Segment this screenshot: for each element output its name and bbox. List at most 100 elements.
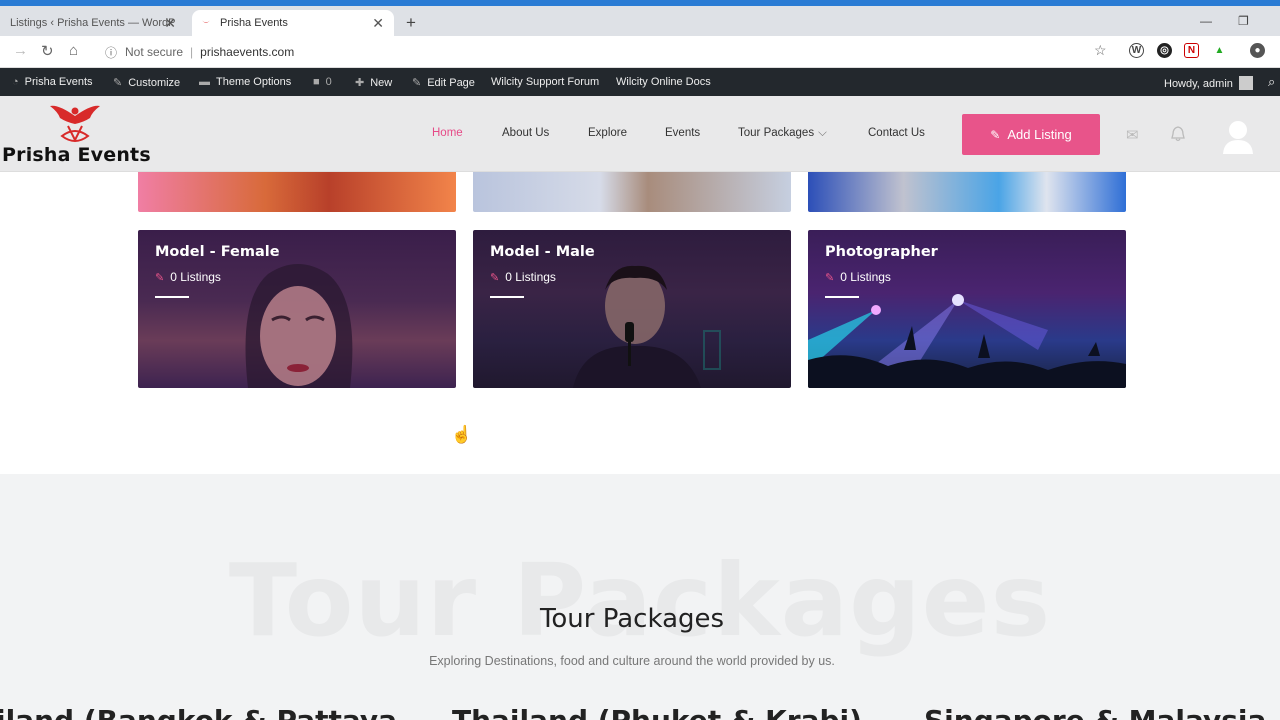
card-count-text: 0 Listings	[170, 270, 221, 284]
customize-label: Customize	[128, 77, 181, 89]
tab-listings[interactable]: Listings ‹ Prisha Events — WordP ✕	[0, 10, 186, 36]
tour-packages-section: Tour Packages Tour Packages Exploring De…	[0, 474, 1280, 720]
category-card-partial[interactable]	[473, 172, 791, 212]
category-card-partial[interactable]	[808, 172, 1126, 212]
edit-page-label: Edit Page	[427, 77, 475, 89]
wp-admin-bar: ◔ Prisha Events ✎ Customize ▬ Theme Options…	[0, 68, 1280, 96]
close-tab-icon[interactable]: ✕	[164, 15, 176, 32]
card-divider	[490, 296, 524, 298]
edit-icon: ✎	[155, 272, 165, 284]
tab-label: Listings ‹ Prisha Events — WordP	[10, 17, 176, 29]
site-header: Prisha Events Home About Us Explore Even…	[0, 96, 1280, 172]
address-bar: → ↻ ⌂ ⓘ Not secure | prishaevents.com ☆ …	[0, 36, 1280, 68]
category-card-partial[interactable]	[138, 172, 456, 212]
bookmark-star-icon[interactable]: ☆	[1094, 42, 1107, 59]
site-favicon-icon	[201, 19, 211, 23]
user-avatar-icon[interactable]	[1222, 120, 1254, 156]
add-listing-label: Add Listing	[1007, 127, 1072, 142]
nav-home[interactable]: Home	[432, 127, 463, 139]
divider: |	[190, 45, 194, 59]
category-card-model-female[interactable]: Model - Female ✎ 0 Listings	[138, 230, 456, 388]
nav-tour-packages[interactable]: Tour Packages ⌵	[738, 127, 827, 140]
plus-icon: ✚	[355, 77, 365, 89]
theme-options-label: Theme Options	[216, 76, 292, 88]
card-divider	[825, 296, 859, 298]
card-count-text: 0 Listings	[840, 270, 891, 284]
section-subtitle: Exploring Destinations, food and culture…	[429, 654, 835, 668]
comments-count: 0	[325, 76, 332, 88]
admin-site-label: Prisha Events	[24, 76, 93, 88]
folder-icon: ▬	[199, 76, 210, 88]
tab-prisha-events[interactable]: Prisha Events ✕	[192, 10, 394, 36]
category-card-photographer[interactable]: Photographer ✎ 0 Listings	[808, 230, 1126, 388]
card-listing-count: ✎ 0 Listings	[155, 270, 221, 284]
comment-icon: ■	[313, 76, 320, 88]
reload-icon[interactable]: ↻	[41, 42, 54, 60]
admin-new-link[interactable]: ✚ New	[355, 76, 392, 89]
admin-site-link[interactable]: ◔ Prisha Events	[12, 76, 93, 88]
nav-explore[interactable]: Explore	[588, 127, 627, 139]
new-tab-icon[interactable]: +	[406, 13, 416, 33]
card-title: Model - Female	[155, 244, 280, 260]
admin-comments-link[interactable]: ■ 0	[313, 76, 332, 88]
category-card-model-male[interactable]: Model - Male ✎ 0 Listings	[473, 230, 791, 388]
nav-contact-us[interactable]: Contact Us	[868, 127, 925, 139]
admin-support-link[interactable]: Wilcity Support Forum	[491, 76, 599, 88]
model-female-image	[245, 264, 353, 388]
section-title: Tour Packages	[539, 604, 725, 634]
background-light	[703, 330, 721, 370]
mail-icon[interactable]: ✉	[1126, 126, 1139, 144]
card-title: Photographer	[825, 244, 938, 260]
new-label: New	[370, 77, 393, 89]
search-icon[interactable]: ⌕	[1268, 74, 1275, 90]
model-male-image	[573, 265, 701, 388]
brush-icon: ✎	[113, 77, 123, 89]
add-listing-button[interactable]: ✎ Add Listing	[962, 114, 1100, 155]
logo-wings-icon[interactable]	[48, 102, 102, 146]
url-field[interactable]: ⓘ Not secure | prishaevents.com	[100, 40, 1120, 64]
edit-icon: ✎	[825, 272, 835, 284]
howdy-label: Howdy, admin	[1164, 78, 1233, 90]
forward-icon[interactable]: →	[13, 42, 28, 59]
admin-account-link[interactable]: Howdy, admin	[1164, 76, 1253, 90]
chevron-down-icon: ⌵	[818, 127, 827, 139]
n-extension-icon[interactable]: N	[1184, 43, 1199, 58]
card-count-text: 0 Listings	[505, 270, 556, 284]
bell-icon[interactable]	[1171, 126, 1185, 142]
home-icon[interactable]: ⌂	[69, 42, 78, 59]
package-title[interactable]: iland (Bangkok & Pattaya	[0, 704, 397, 720]
arrow-extension-icon[interactable]: ▲	[1212, 43, 1227, 58]
hand-cursor-icon: ☝	[451, 425, 473, 444]
wordpress-extension-icon[interactable]: W	[1129, 43, 1144, 58]
pencil-icon: ✎	[412, 77, 422, 89]
admin-docs-link[interactable]: Wilcity Online Docs	[616, 76, 711, 88]
card-listing-count: ✎ 0 Listings	[490, 270, 556, 284]
nav-tour-packages-label: Tour Packages	[738, 127, 815, 139]
admin-edit-page-link[interactable]: ✎ Edit Page	[412, 76, 475, 89]
card-divider	[155, 296, 189, 298]
card-listing-count: ✎ 0 Listings	[825, 270, 891, 284]
nav-events[interactable]: Events	[665, 127, 700, 139]
admin-theme-options-link[interactable]: ▬ Theme Options	[199, 76, 291, 88]
tab-strip: Listings ‹ Prisha Events — WordP ✕ Prish…	[0, 6, 1280, 36]
admin-customize-link[interactable]: ✎ Customize	[113, 76, 180, 89]
dashboard-icon: ◔	[12, 76, 19, 88]
close-tab-icon[interactable]: ✕	[372, 15, 384, 32]
edit-icon: ✎	[490, 272, 500, 284]
security-label: Not secure	[125, 45, 184, 59]
card-title: Model - Male	[490, 244, 595, 260]
nav-about-us[interactable]: About Us	[502, 127, 549, 139]
restore-icon[interactable]: ❐	[1238, 14, 1249, 28]
profile-icon[interactable]: ●	[1250, 43, 1265, 58]
tab-label: Prisha Events	[220, 17, 288, 29]
extension-icon[interactable]: ◎	[1157, 43, 1172, 58]
docs-label: Wilcity Online Docs	[616, 76, 711, 88]
minimize-icon[interactable]: —	[1200, 14, 1212, 28]
site-logo[interactable]: Prisha Events	[2, 144, 151, 166]
info-icon[interactable]: ⓘ	[105, 44, 117, 61]
package-title[interactable]: Singapore & Malaysia	[924, 704, 1266, 720]
section-watermark-text: Tour Packages	[228, 542, 1052, 659]
edit-icon: ✎	[990, 127, 1001, 142]
avatar	[1238, 76, 1253, 90]
package-title[interactable]: Thailand (Phuket & Krabi)	[452, 704, 862, 720]
